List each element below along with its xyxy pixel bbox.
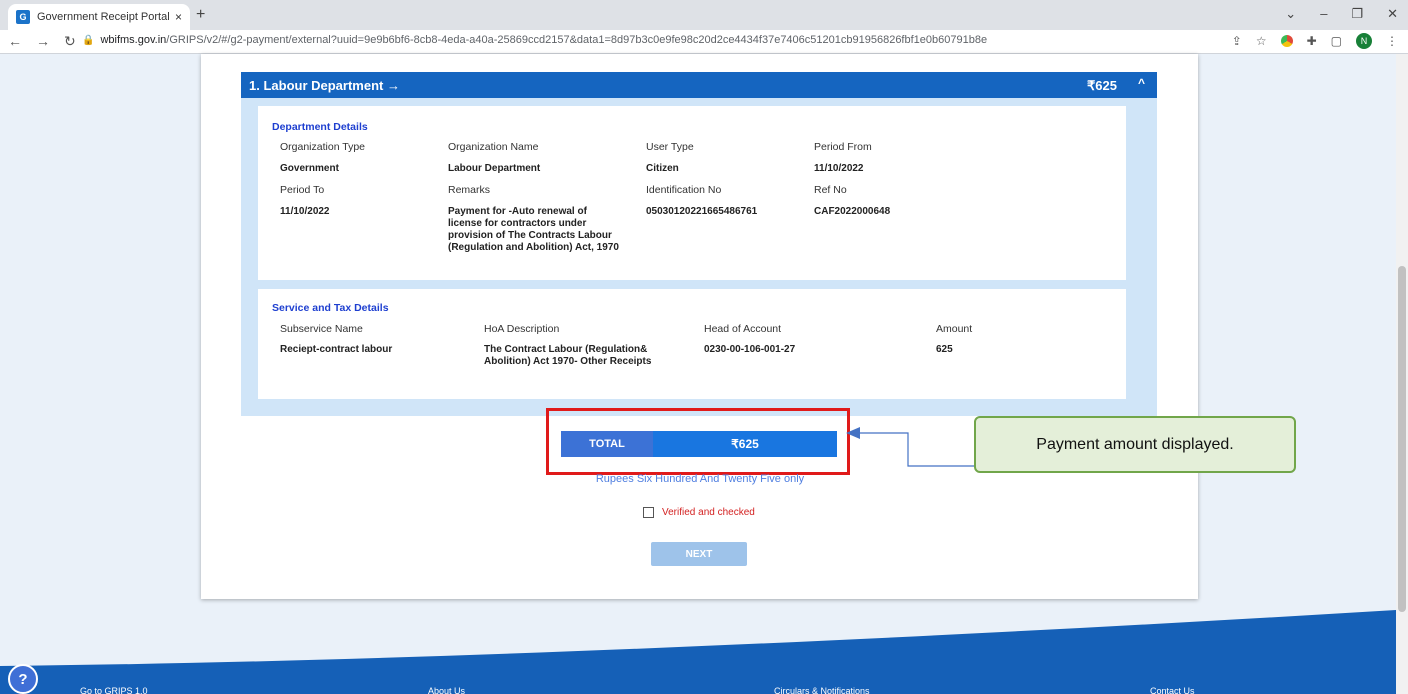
profile-avatar[interactable]: N	[1356, 33, 1372, 49]
org-type-value: Government	[280, 163, 339, 174]
highlight-box	[546, 408, 850, 475]
hoa-line: Abolition) Act 1970- Other Receipts	[484, 356, 652, 367]
verify-label: Verified and checked	[662, 507, 755, 518]
extension-toolbar: ⇪ ☆ ✚ ▢ N ⋮	[1232, 33, 1398, 49]
new-tab-button[interactable]: +	[196, 6, 205, 24]
next-button[interactable]: NEXT	[651, 542, 747, 566]
url-path: /GRIPS/v2/#/g2-payment/external?uuid=9e9…	[166, 34, 988, 46]
back-icon[interactable]: ←	[8, 33, 22, 50]
footer-contact-link[interactable]: Contact Us	[1150, 686, 1195, 694]
org-name-value: Labour Department	[448, 163, 541, 174]
hoa-line: The Contract Labour (Regulation&	[484, 344, 648, 355]
head-of-account-value: 0230-00-106-001-27	[704, 344, 796, 355]
close-window-icon[interactable]: ✕	[1387, 6, 1398, 22]
forward-icon[interactable]: →	[36, 33, 50, 50]
bookmark-star-icon[interactable]: ☆	[1256, 34, 1267, 48]
remarks-line: license for contractors under	[448, 218, 587, 229]
footer-about-link[interactable]: About Us	[428, 686, 465, 694]
side-panel-icon[interactable]: ▢	[1331, 34, 1342, 48]
tab-search-icon[interactable]: ⌄	[1285, 6, 1296, 22]
address-bar: ← → ↻ 🔒 wbifms.gov.in/GRIPS/v2/#/g2-payme…	[0, 30, 1408, 54]
period-to-label: Period To	[280, 184, 325, 196]
help-icon[interactable]: ?	[8, 664, 38, 694]
service-tax-title: Service and Tax Details	[272, 302, 389, 314]
remarks-label: Remarks	[448, 184, 491, 196]
nav-buttons: ← → ↻	[8, 33, 76, 50]
ref-no-value: CAF2022000648	[814, 206, 891, 217]
extension-icon[interactable]	[1280, 35, 1293, 47]
remarks-line: provision of The Contracts Labour	[448, 230, 612, 241]
amount-label: Amount	[936, 323, 973, 335]
scrollbar-thumb[interactable]	[1398, 266, 1406, 612]
page-scrollbar[interactable]	[1396, 54, 1408, 694]
footer-wave-shape	[0, 610, 1396, 694]
hoa-description-label: HoA Description	[484, 323, 560, 335]
window-controls: ⌄ – ❐ ✕	[1285, 6, 1398, 22]
remarks-line: (Regulation and Abolition) Act, 1970	[448, 242, 619, 253]
head-of-account-label: Head of Account	[704, 323, 782, 335]
close-tab-icon[interactable]: ×	[175, 10, 182, 24]
remarks-line: Payment for -Auto renewal of	[448, 206, 587, 217]
department-amount: ₹625	[1087, 78, 1117, 93]
restore-icon[interactable]: ❐	[1351, 6, 1363, 22]
minimize-icon[interactable]: –	[1320, 6, 1327, 22]
chevron-up-icon[interactable]: ^	[1138, 76, 1145, 90]
browser-tab[interactable]: G Government Receipt Portal Syste ×	[8, 4, 190, 30]
footer-grips-link[interactable]: Go to GRIPS 1.0	[80, 686, 148, 694]
department-details-title: Department Details	[272, 121, 368, 133]
footer-circulars-link[interactable]: Circulars & Notifications	[774, 686, 870, 694]
menu-kebab-icon[interactable]: ⋮	[1386, 34, 1398, 48]
lock-icon: 🔒	[82, 35, 95, 46]
period-from-value: 11/10/2022	[814, 163, 864, 174]
url-host: wbifms.gov.in	[100, 34, 167, 46]
site-favicon-icon: G	[16, 10, 30, 24]
verify-checkbox[interactable]	[643, 507, 654, 518]
subservice-value: Reciept-contract labour	[280, 344, 393, 355]
verify-checkbox-row[interactable]: Verified and checked	[643, 507, 755, 518]
org-type-label: Organization Type	[280, 141, 366, 153]
amount-in-words: Rupees Six Hundred And Twenty Five only	[595, 473, 805, 485]
user-type-label: User Type	[646, 141, 694, 153]
identification-value: 05030120221665486761	[646, 206, 758, 217]
url-field[interactable]: 🔒 wbifms.gov.in/GRIPS/v2/#/g2-payment/ext…	[82, 34, 987, 46]
puzzle-icon[interactable]: ✚	[1307, 34, 1317, 48]
service-amount-value: 625	[936, 344, 953, 355]
share-icon[interactable]: ⇪	[1232, 34, 1242, 48]
identification-label: Identification No	[646, 184, 722, 196]
browser-tab-bar: G Government Receipt Portal Syste × + ⌄ …	[0, 0, 1408, 30]
tab-title: Government Receipt Portal Syste	[37, 11, 171, 23]
department-title: 1. Labour Department →	[249, 78, 400, 93]
subservice-label: Subservice Name	[280, 323, 363, 335]
department-accordion-header[interactable]: 1. Labour Department → ₹625 ^	[241, 72, 1157, 98]
ref-no-label: Ref No	[814, 184, 847, 196]
hoa-description-value: The Contract Labour (Regulation& Aboliti…	[484, 344, 651, 368]
org-name-label: Organization Name	[448, 141, 539, 153]
remarks-value: Payment for -Auto renewal of license for…	[448, 206, 619, 254]
user-type-value: Citizen	[646, 163, 679, 174]
period-from-label: Period From	[814, 141, 872, 153]
reload-icon[interactable]: ↻	[64, 33, 76, 50]
annotation-callout: Payment amount displayed.	[974, 416, 1296, 473]
footer-wave	[0, 610, 1396, 694]
period-to-value: 11/10/2022	[280, 206, 330, 217]
